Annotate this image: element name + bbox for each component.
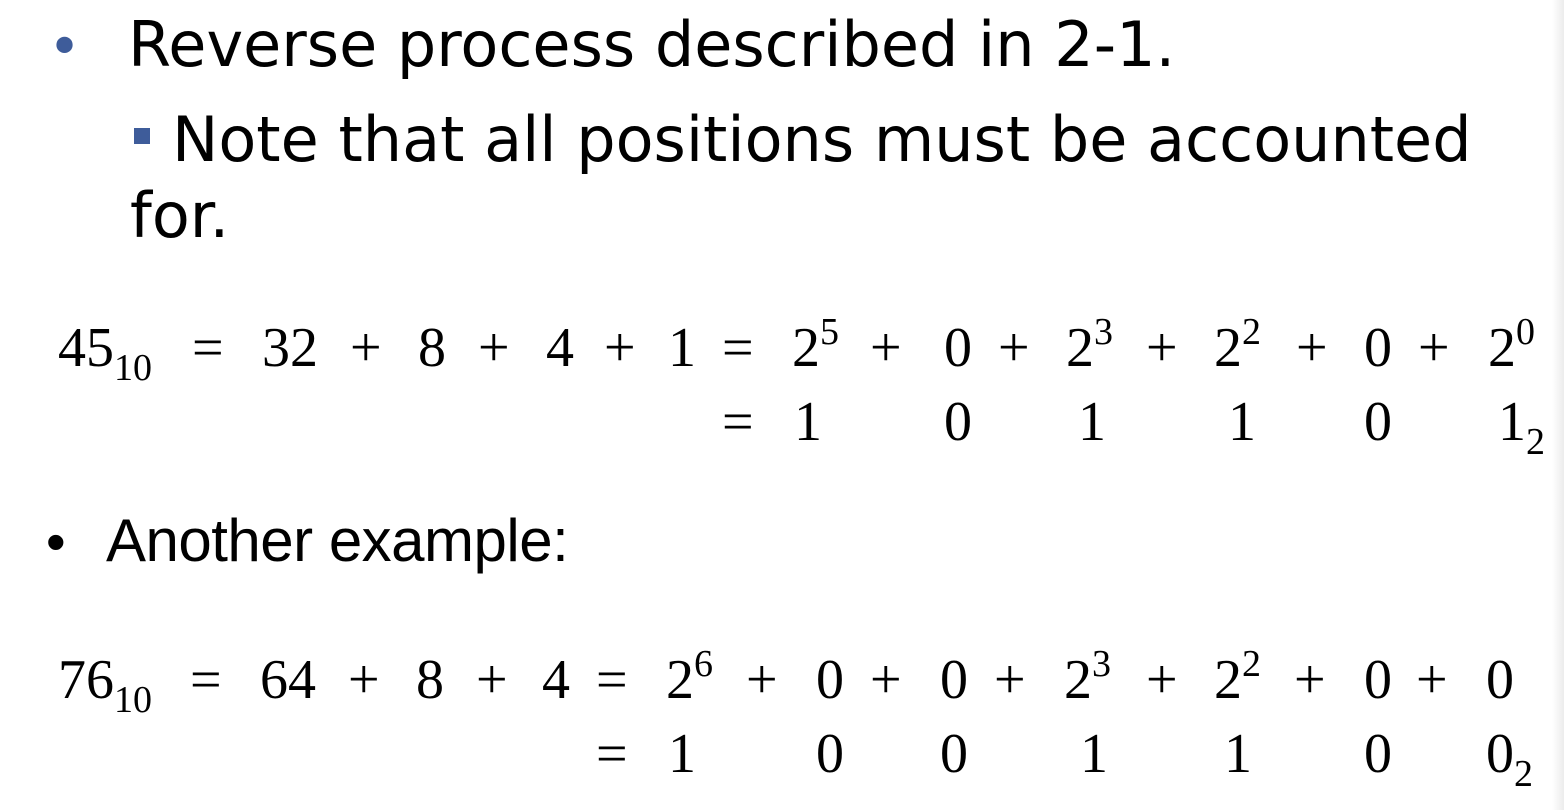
bullet-dot: • bbox=[46, 510, 66, 573]
eq1-zero-term: 0 bbox=[1364, 317, 1392, 379]
sub-bullet-text-note: Note that all positions must be accounte… bbox=[130, 103, 1472, 252]
eq2-power-exp: 2 bbox=[1242, 643, 1261, 685]
eq1-power-term: 23 bbox=[1066, 313, 1113, 379]
eq2-power-base: 2 bbox=[1064, 649, 1092, 711]
eq2-power-term: 23 bbox=[1064, 645, 1111, 711]
eq1-plus: + bbox=[604, 317, 636, 379]
eq2-equals: = bbox=[596, 723, 628, 785]
eq2-zero-term: 0 bbox=[1364, 649, 1392, 711]
slide: • Reverse process described in 2-1. Note… bbox=[0, 0, 1564, 810]
eq1-binary-digit-last: 12 bbox=[1498, 391, 1545, 461]
eq2-binary-digit: 1 bbox=[668, 723, 696, 785]
eq2-zero-term: 0 bbox=[1486, 649, 1514, 711]
eq1-power-base: 2 bbox=[1488, 317, 1516, 379]
eq2-binary-digit-last: 02 bbox=[1486, 723, 1533, 793]
eq2-lhs-base: 10 bbox=[114, 679, 152, 721]
eq1-binary-digit: 1 bbox=[794, 391, 822, 453]
eq2-zero-term: 0 bbox=[816, 649, 844, 711]
bullet-text-another-example: Another example: bbox=[106, 507, 569, 574]
eq2-result-base: 2 bbox=[1514, 753, 1533, 795]
eq1-plus: + bbox=[478, 317, 510, 379]
eq1-power-exp: 2 bbox=[1242, 311, 1261, 353]
eq1-term: 1 bbox=[668, 317, 696, 379]
eq2-plus: + bbox=[348, 649, 380, 711]
eq2-term: 8 bbox=[416, 649, 444, 711]
eq1-binary-digit: 1 bbox=[1228, 391, 1256, 453]
eq2-power-term: 26 bbox=[666, 645, 713, 711]
eq1-plus: + bbox=[350, 317, 382, 379]
eq1-term: 8 bbox=[418, 317, 446, 379]
eq1-power-exp: 3 bbox=[1094, 311, 1113, 353]
eq2-plus: + bbox=[994, 649, 1026, 711]
eq1-power-term: 22 bbox=[1214, 313, 1261, 379]
eq2-plus: + bbox=[476, 649, 508, 711]
bullet-dot: • bbox=[48, 15, 82, 80]
eq2-lhs-number: 76 bbox=[58, 649, 114, 711]
eq1-plus: + bbox=[1418, 317, 1450, 379]
eq1-lhs: 4510 bbox=[58, 317, 152, 387]
eq1-plus: + bbox=[998, 317, 1030, 379]
eq1-zero-term: 0 bbox=[944, 317, 972, 379]
eq1-power-base: 2 bbox=[1066, 317, 1094, 379]
eq2-plus: + bbox=[746, 649, 778, 711]
eq2-equals: = bbox=[596, 649, 628, 711]
eq2-plus: + bbox=[870, 649, 902, 711]
eq1-last-digit: 1 bbox=[1498, 391, 1526, 453]
eq2-power-term: 22 bbox=[1214, 645, 1261, 711]
eq2-plus: + bbox=[1294, 649, 1326, 711]
eq1-result-base: 2 bbox=[1526, 421, 1545, 463]
eq1-equals: = bbox=[722, 391, 754, 453]
eq2-last-digit: 0 bbox=[1486, 723, 1514, 785]
eq2-binary-digit: 0 bbox=[940, 723, 968, 785]
eq2-binary-digit: 1 bbox=[1224, 723, 1252, 785]
eq2-equals: = bbox=[190, 649, 222, 711]
slide-edge-shadow bbox=[1552, 0, 1564, 810]
eq1-power-exp: 0 bbox=[1516, 311, 1535, 353]
bullet-text-reverse-process: Reverse process described in 2-1. bbox=[128, 8, 1176, 81]
eq2-lhs: 7610 bbox=[58, 649, 152, 719]
eq1-power-term: 25 bbox=[792, 313, 839, 379]
eq1-binary-digit: 1 bbox=[1078, 391, 1106, 453]
eq2-power-base: 2 bbox=[1214, 649, 1242, 711]
eq1-binary-digit: 0 bbox=[944, 391, 972, 453]
eq2-term: 4 bbox=[542, 649, 570, 711]
eq1-binary-digit: 0 bbox=[1364, 391, 1392, 453]
eq1-plus: + bbox=[1146, 317, 1178, 379]
eq1-equals: = bbox=[192, 317, 224, 379]
eq2-binary-digit: 0 bbox=[1364, 723, 1392, 785]
eq1-term: 32 bbox=[262, 317, 318, 379]
eq2-plus: + bbox=[1146, 649, 1178, 711]
eq1-power-base: 2 bbox=[792, 317, 820, 379]
eq2-power-base: 2 bbox=[666, 649, 694, 711]
eq2-power-exp: 3 bbox=[1092, 643, 1111, 685]
eq1-plus: + bbox=[870, 317, 902, 379]
eq1-lhs-base: 10 bbox=[114, 347, 152, 389]
eq1-lhs-number: 45 bbox=[58, 317, 114, 379]
eq1-equals: = bbox=[722, 317, 754, 379]
eq2-zero-term: 0 bbox=[940, 649, 968, 711]
eq1-plus: + bbox=[1296, 317, 1328, 379]
eq2-binary-digit: 1 bbox=[1080, 723, 1108, 785]
eq1-power-base: 2 bbox=[1214, 317, 1242, 379]
eq2-binary-digit: 0 bbox=[816, 723, 844, 785]
eq1-term: 4 bbox=[546, 317, 574, 379]
eq2-term: 64 bbox=[260, 649, 316, 711]
eq2-plus: + bbox=[1416, 649, 1448, 711]
eq2-power-exp: 6 bbox=[694, 643, 713, 685]
eq1-power-exp: 5 bbox=[820, 311, 839, 353]
eq1-power-term: 20 bbox=[1488, 313, 1535, 379]
